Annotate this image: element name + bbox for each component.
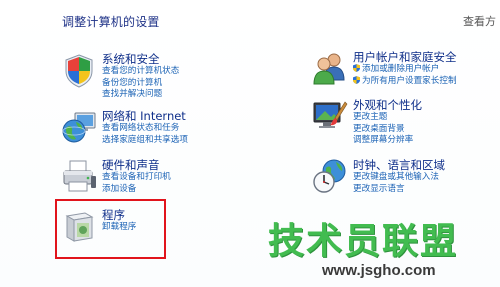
category-title[interactable]: 硬件和声音 [102, 158, 171, 172]
shield-flag-icon[interactable] [61, 52, 97, 88]
link-network-status-tasks[interactable]: 查看网络状态和任务 [102, 123, 188, 135]
link-devices-printers[interactable]: 查看设备和打印机 [102, 172, 171, 184]
view-by-label[interactable]: 查看方 [463, 13, 496, 29]
link-homegroup-sharing[interactable]: 选择家庭组和共享选项 [102, 135, 188, 147]
uac-shield-icon [353, 64, 360, 72]
link-change-keyboard-input[interactable]: 更改键盘或其他输入法 [353, 172, 445, 184]
category-title[interactable]: 用户帐户和家庭安全 [353, 50, 457, 64]
link-text: 为所有用户设置家长控制 [362, 75, 457, 86]
link-view-computer-status[interactable]: 查看您的计算机状态 [102, 66, 179, 78]
clock-globe-icon[interactable] [312, 158, 348, 194]
category-title[interactable]: 网络和 Internet [102, 109, 188, 123]
link-backup-computer[interactable]: 备份您的计算机 [102, 78, 179, 90]
page-title: 调整计算机的设置 [62, 15, 160, 29]
highlight-box [55, 199, 166, 259]
link-text: 添加或删除用户帐户 [362, 64, 440, 74]
link-parental-controls[interactable]: 为所有用户设置家长控制 [353, 76, 457, 88]
category-title[interactable]: 时钟、语言和区域 [353, 158, 445, 172]
watermark-url: www.jsgho.com [322, 262, 436, 279]
link-find-fix-problems[interactable]: 查找并解决问题 [102, 89, 179, 101]
printer-icon[interactable] [61, 158, 97, 194]
link-change-theme[interactable]: 更改主题 [353, 112, 422, 124]
link-adjust-resolution[interactable]: 调整屏幕分辨率 [353, 135, 422, 147]
category-title[interactable]: 系统和安全 [102, 52, 179, 66]
watermark-text: 技术员联盟 [268, 221, 459, 262]
link-change-display-language[interactable]: 更改显示语言 [353, 184, 445, 196]
category-title[interactable]: 外观和个性化 [353, 98, 422, 112]
link-change-desktop-background[interactable]: 更改桌面背景 [353, 124, 422, 136]
display-paint-icon[interactable] [312, 98, 348, 134]
uac-shield-icon [353, 75, 360, 84]
globe-network-icon[interactable] [61, 109, 97, 145]
users-icon[interactable] [312, 50, 348, 86]
link-add-device[interactable]: 添加设备 [102, 184, 171, 196]
link-add-remove-accounts[interactable]: 添加或删除用户帐户 [353, 64, 457, 76]
